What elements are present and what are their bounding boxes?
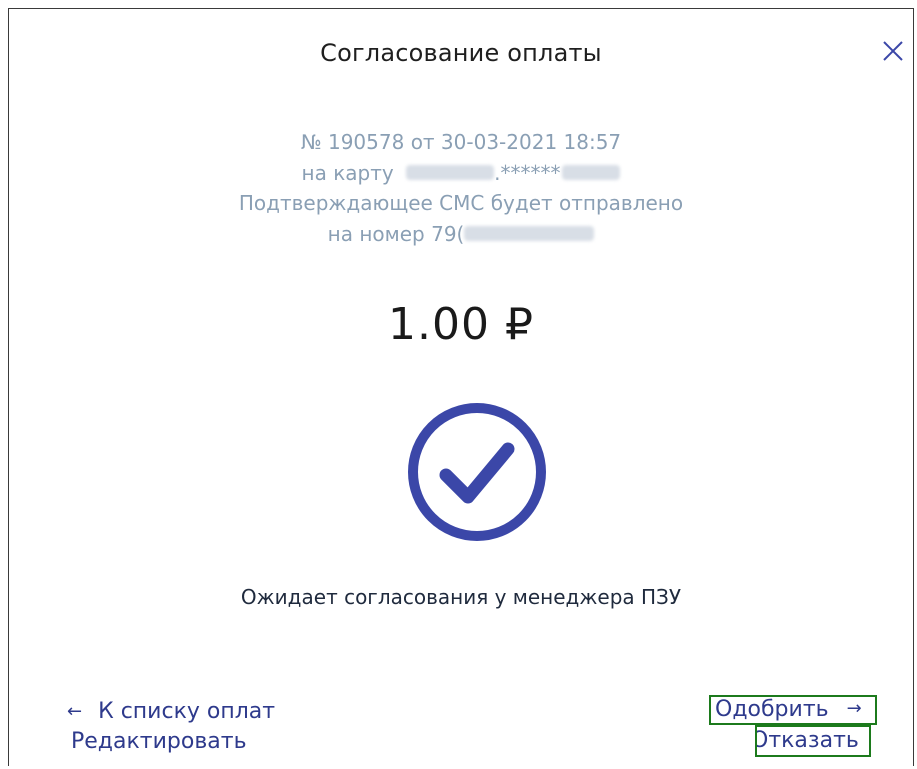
approve-button[interactable]: Одобрить → <box>709 695 877 725</box>
edit-link[interactable]: Редактировать <box>71 729 247 754</box>
payment-approval-dialog: Согласование оплаты № 190578 от 30-03-20… <box>8 8 914 766</box>
approve-label: Одобрить <box>715 697 829 722</box>
payment-number: № 190578 от 30-03-2021 18:57 <box>300 130 622 154</box>
back-to-list-label: К списку оплат <box>98 699 276 724</box>
back-to-list-link[interactable]: ← К списку оплат <box>67 699 275 724</box>
arrow-right-icon: → <box>846 698 862 719</box>
redacted-card-start <box>406 165 495 180</box>
status-text: Ожидает согласования у менеджера ПЗУ <box>240 585 682 609</box>
card-prefix: на карту <box>301 160 394 185</box>
phone-prefix: на номер 79( <box>327 221 465 246</box>
phone-line: на номер 79( <box>9 219 913 250</box>
reject-button[interactable]: Отказать <box>755 725 871 757</box>
arrow-left-icon: ← <box>67 701 83 722</box>
payment-amount: 1.00 ₽ <box>388 299 534 350</box>
close-icon[interactable] <box>879 37 907 65</box>
redacted-phone <box>464 226 595 241</box>
card-line: на карту .****** <box>9 158 913 189</box>
payment-info: № 190578 от 30-03-2021 18:57 на карту .*… <box>9 127 913 249</box>
card-masked: .****** <box>494 160 561 185</box>
sms-notice: Подтверждающее СМС будет отправлено <box>238 191 684 215</box>
redacted-card-end <box>562 165 621 180</box>
check-circle-icon <box>404 399 550 545</box>
dialog-title: Согласование оплаты <box>320 39 602 67</box>
